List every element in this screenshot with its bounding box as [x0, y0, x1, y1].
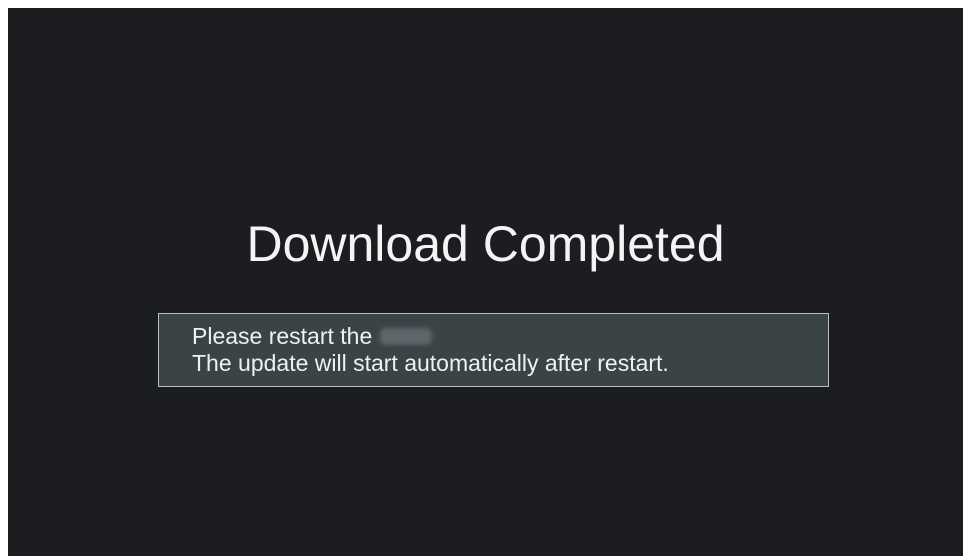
update-info-text: The update will start automatically afte… [192, 350, 669, 376]
redacted-device-name [380, 328, 433, 345]
restart-message-box: Please restart the The update will start… [158, 313, 829, 387]
restart-instruction-text: Please restart the [192, 323, 373, 349]
update-screen: Download Completed Please restart the Th… [8, 8, 963, 556]
restart-instruction: Please restart the [192, 323, 828, 350]
download-completed-title: Download Completed [246, 216, 725, 272]
